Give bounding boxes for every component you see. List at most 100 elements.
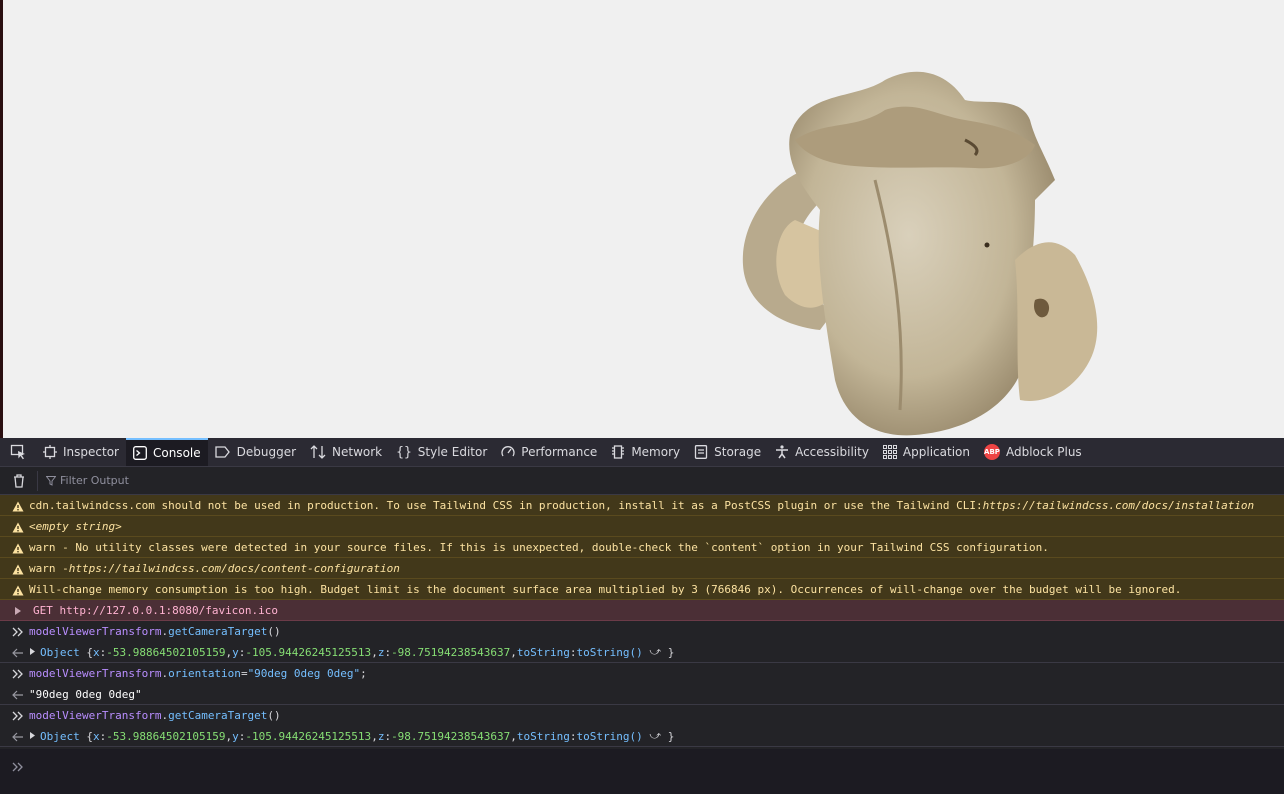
console-output-entry[interactable]: "90deg 0deg 0deg" xyxy=(0,684,1284,705)
code-member: getCameraTarget xyxy=(168,625,268,638)
tab-label: Style Editor xyxy=(417,445,488,459)
chevron-double-right-icon xyxy=(11,625,25,639)
console-filter-bar: Filter Output xyxy=(0,467,1284,495)
code-suffix: () xyxy=(267,709,281,722)
expand-triangle-icon[interactable] xyxy=(29,730,36,743)
chevron-double-right-icon xyxy=(11,667,25,681)
console-icon xyxy=(133,446,147,460)
console-input-entry[interactable]: modelViewerTransform. getCameraTarget() xyxy=(0,705,1284,726)
object-fn: toString() xyxy=(576,645,643,659)
page-viewport xyxy=(0,0,1284,438)
storage-icon xyxy=(694,445,708,459)
tab-adblock-plus[interactable]: ABP Adblock Plus xyxy=(977,438,1089,466)
warning-icon xyxy=(11,520,25,534)
inspector-icon xyxy=(43,445,57,459)
jump-definition-icon[interactable]: ⤻ xyxy=(649,729,661,743)
warning-icon xyxy=(11,541,25,555)
console-warning[interactable]: Will-change memory consumption is too hi… xyxy=(0,579,1284,600)
tab-network[interactable]: Network xyxy=(303,438,389,466)
request-method: GET xyxy=(33,603,53,617)
application-icon xyxy=(882,445,897,459)
code-end: ; xyxy=(360,667,367,680)
tab-style-editor[interactable]: {} Style Editor xyxy=(389,438,494,466)
tab-label: Accessibility xyxy=(795,445,869,459)
accessibility-icon xyxy=(776,445,789,459)
code-string: "90deg 0deg 0deg" xyxy=(247,667,361,680)
warning-icon xyxy=(11,499,25,513)
console-warning[interactable]: cdn.tailwindcss.com should not be used i… xyxy=(0,495,1284,516)
warning-icon xyxy=(11,562,25,576)
filter-placeholder: Filter Output xyxy=(60,474,129,487)
console-input-entry[interactable]: modelViewerTransform. orientation = "90de… xyxy=(0,663,1284,684)
arrow-left-icon xyxy=(11,688,25,702)
code-object: modelViewerTransform xyxy=(29,625,162,638)
devtools-panel: Inspector Console Debugger Network {} St… xyxy=(0,438,1284,794)
code-object: modelViewerTransform xyxy=(29,709,162,722)
object-z: -98.75194238543637 xyxy=(391,645,511,659)
code-object: modelViewerTransform xyxy=(29,667,162,680)
tab-accessibility[interactable]: Accessibility xyxy=(768,438,876,466)
warning-text: cdn.tailwindcss.com should not be used i… xyxy=(29,498,983,512)
element-picker-button[interactable] xyxy=(0,438,36,466)
object-label: Object xyxy=(40,645,80,659)
warning-link[interactable]: https://tailwindcss.com/docs/content-con… xyxy=(69,562,400,575)
arrow-left-icon xyxy=(11,646,25,660)
performance-icon xyxy=(501,446,515,457)
3d-model-bone[interactable] xyxy=(735,60,1115,438)
console-output-entry[interactable]: Object { x: -53.98864502105159, y: -105.… xyxy=(0,642,1284,663)
filter-output-input[interactable]: Filter Output xyxy=(38,474,129,487)
tab-memory[interactable]: Memory xyxy=(604,438,687,466)
object-y: -105.94426245125513 xyxy=(245,729,372,743)
console-output-entry[interactable]: Object { x: -53.98864502105159, y: -105.… xyxy=(0,726,1284,747)
expand-triangle-icon[interactable] xyxy=(29,646,36,659)
tab-console[interactable]: Console xyxy=(125,438,208,466)
expand-triangle-icon[interactable] xyxy=(11,604,25,618)
console-input-entry[interactable]: modelViewerTransform. getCameraTarget() xyxy=(0,621,1284,642)
trash-icon xyxy=(13,473,24,488)
warning-icon xyxy=(11,583,25,597)
object-z: -98.75194238543637 xyxy=(391,729,511,743)
object-y: -105.94426245125513 xyxy=(245,645,372,659)
tab-performance[interactable]: Performance xyxy=(494,438,604,466)
chevron-double-right-icon xyxy=(12,757,24,776)
arrow-left-icon xyxy=(11,730,25,744)
object-label: Object xyxy=(40,729,80,743)
tab-label: Debugger xyxy=(236,445,297,459)
object-x: -53.98864502105159 xyxy=(106,729,226,743)
chevron-double-right-icon xyxy=(11,709,25,723)
warning-text: <empty string> xyxy=(29,519,122,533)
jump-definition-icon[interactable]: ⤻ xyxy=(649,645,661,659)
tab-label: Adblock Plus xyxy=(1005,445,1082,459)
output-string: "90deg 0deg 0deg" xyxy=(29,687,142,701)
warning-text: Will-change memory consumption is too hi… xyxy=(29,582,1182,596)
network-icon xyxy=(310,445,326,459)
adblock-plus-icon: ABP xyxy=(983,444,1000,460)
tab-inspector[interactable]: Inspector xyxy=(36,438,126,466)
tab-application[interactable]: Application xyxy=(876,438,977,466)
code-suffix: () xyxy=(267,625,281,638)
request-url[interactable]: http://127.0.0.1:8080/favicon.ico xyxy=(60,604,279,617)
console-prompt-input[interactable] xyxy=(0,749,1284,794)
devtools-toolbar: Inspector Console Debugger Network {} St… xyxy=(0,438,1284,467)
console-log: cdn.tailwindcss.com should not be used i… xyxy=(0,495,1284,747)
console-warning[interactable]: <empty string> xyxy=(0,516,1284,537)
network-error-row[interactable]: GET http://127.0.0.1:8080/favicon.ico xyxy=(0,600,1284,621)
object-fn: toString() xyxy=(576,729,643,743)
tab-label: Storage xyxy=(714,445,762,459)
tab-debugger[interactable]: Debugger xyxy=(208,438,303,466)
element-picker-icon xyxy=(10,444,25,460)
object-x: -53.98864502105159 xyxy=(106,645,226,659)
tab-storage[interactable]: Storage xyxy=(687,438,768,466)
console-warning[interactable]: warn - No utility classes were detected … xyxy=(0,537,1284,558)
clear-console-button[interactable] xyxy=(0,470,38,491)
viewport-edge xyxy=(0,0,3,438)
warning-link[interactable]: https://tailwindcss.com/docs/installatio… xyxy=(983,499,1255,512)
tab-label: Network xyxy=(332,445,383,459)
code-member: getCameraTarget xyxy=(168,709,268,722)
tab-label: Performance xyxy=(521,445,598,459)
warning-prefix: warn - xyxy=(29,561,69,575)
console-warning[interactable]: warn - https://tailwindcss.com/docs/cont… xyxy=(0,558,1284,579)
debugger-icon xyxy=(214,446,230,458)
memory-icon xyxy=(612,445,625,459)
code-operator: = xyxy=(240,667,248,680)
